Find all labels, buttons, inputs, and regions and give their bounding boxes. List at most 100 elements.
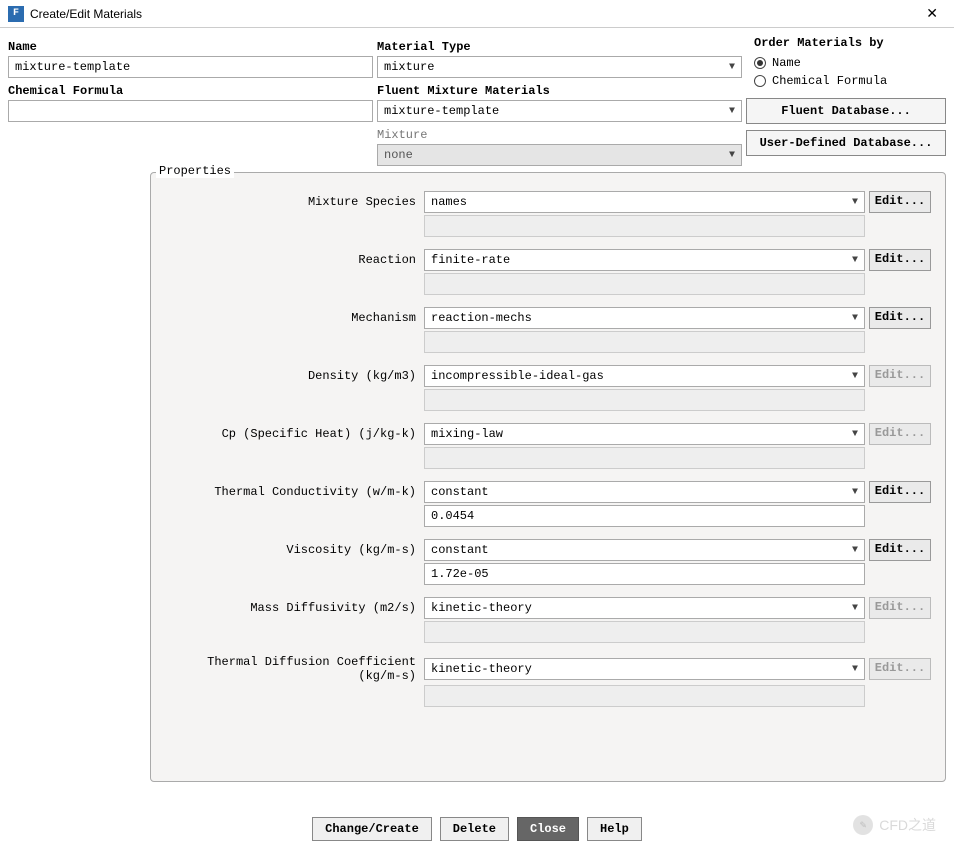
chevron-down-icon: ▼ <box>852 197 858 208</box>
property-value: names <box>431 195 467 209</box>
order-chem-label: Chemical Formula <box>772 74 887 88</box>
edit-button: Edit... <box>869 423 931 445</box>
edit-button[interactable]: Edit... <box>869 539 931 561</box>
edit-button: Edit... <box>869 365 931 387</box>
property-row: Density (kg/m3) incompressible-ideal-gas… <box>165 365 931 387</box>
property-select[interactable]: kinetic-theory ▼ <box>424 597 865 619</box>
chevron-down-icon: ▼ <box>852 371 858 382</box>
edit-button[interactable]: Edit... <box>869 307 931 329</box>
property-select[interactable]: mixing-law ▼ <box>424 423 865 445</box>
properties-frame: Mixture Species names ▼ Edit... Reaction… <box>150 172 946 782</box>
radio-icon <box>754 57 766 69</box>
chevron-down-icon: ▼ <box>852 603 858 614</box>
chem-formula-label: Chemical Formula <box>8 84 373 98</box>
chem-formula-input[interactable] <box>8 100 373 122</box>
radio-icon <box>754 75 766 87</box>
chevron-down-icon: ▼ <box>729 62 735 73</box>
property-select[interactable]: constant ▼ <box>424 481 865 503</box>
change-create-button[interactable]: Change/Create <box>312 817 432 841</box>
property-sub-row <box>165 389 931 411</box>
app-icon: F <box>8 6 24 22</box>
name-label: Name <box>8 40 373 54</box>
property-select[interactable]: incompressible-ideal-gas ▼ <box>424 365 865 387</box>
property-label: Viscosity (kg/m-s) <box>165 543 420 557</box>
close-button[interactable]: Close <box>517 817 579 841</box>
material-type-value: mixture <box>384 60 434 74</box>
property-value: incompressible-ideal-gas <box>431 369 604 383</box>
property-row: Cp (Specific Heat) (j/kg-k) mixing-law ▼… <box>165 423 931 445</box>
property-sub-input[interactable] <box>424 447 865 469</box>
close-icon[interactable]: ✕ <box>918 3 946 24</box>
order-name-radio[interactable]: Name <box>754 54 946 72</box>
property-sub-row <box>165 273 931 295</box>
watermark-icon: ✎ <box>853 815 873 835</box>
order-chem-radio[interactable]: Chemical Formula <box>754 72 946 90</box>
order-name-label: Name <box>772 56 801 70</box>
fluent-database-button[interactable]: Fluent Database... <box>746 98 946 124</box>
property-label: Cp (Specific Heat) (j/kg-k) <box>165 427 420 441</box>
property-value: constant <box>431 485 489 499</box>
property-select[interactable]: finite-rate ▼ <box>424 249 865 271</box>
property-sub-input[interactable] <box>424 621 865 643</box>
property-select[interactable]: reaction-mechs ▼ <box>424 307 865 329</box>
property-value: kinetic-theory <box>431 601 532 615</box>
property-label: Density (kg/m3) <box>165 369 420 383</box>
order-by-label: Order Materials by <box>754 36 946 50</box>
property-label: Reaction <box>165 253 420 267</box>
property-sub-row <box>165 505 931 527</box>
chevron-down-icon: ▼ <box>729 106 735 117</box>
property-sub-input[interactable] <box>424 685 865 707</box>
user-database-button[interactable]: User-Defined Database... <box>746 130 946 156</box>
mixture-label: Mixture <box>377 128 742 142</box>
fluent-mixture-select[interactable]: mixture-template ▼ <box>377 100 742 122</box>
property-row: Mass Diffusivity (m2/s) kinetic-theory ▼… <box>165 597 931 619</box>
name-input[interactable] <box>8 56 373 78</box>
property-row: Mixture Species names ▼ Edit... <box>165 191 931 213</box>
property-select[interactable]: kinetic-theory ▼ <box>424 658 865 680</box>
help-button[interactable]: Help <box>587 817 642 841</box>
property-label: Thermal Diffusion Coefficient (kg/m-s) <box>165 655 420 683</box>
property-sub-row <box>165 621 931 643</box>
property-sub-input[interactable] <box>424 215 865 237</box>
property-sub-input[interactable] <box>424 505 865 527</box>
properties-label: Properties <box>156 164 234 178</box>
mixture-value: none <box>384 148 413 162</box>
property-label: Mechanism <box>165 311 420 325</box>
property-row: Mechanism reaction-mechs ▼ Edit... <box>165 307 931 329</box>
bottom-bar: Change/Create Delete Close Help <box>0 817 954 841</box>
property-value: mixing-law <box>431 427 503 441</box>
delete-button[interactable]: Delete <box>440 817 509 841</box>
property-sub-input[interactable] <box>424 389 865 411</box>
property-select[interactable]: names ▼ <box>424 191 865 213</box>
chevron-down-icon: ▼ <box>852 313 858 324</box>
property-value: finite-rate <box>431 253 510 267</box>
chevron-down-icon: ▼ <box>729 150 735 161</box>
chevron-down-icon: ▼ <box>852 487 858 498</box>
edit-button[interactable]: Edit... <box>869 481 931 503</box>
chevron-down-icon: ▼ <box>852 664 858 675</box>
property-select[interactable]: constant ▼ <box>424 539 865 561</box>
property-label: Mixture Species <box>165 195 420 209</box>
watermark-text: CFD之道 <box>879 815 936 835</box>
property-sub-row <box>165 447 931 469</box>
property-sub-input[interactable] <box>424 273 865 295</box>
edit-button: Edit... <box>869 597 931 619</box>
property-value: constant <box>431 543 489 557</box>
material-type-label: Material Type <box>377 40 742 54</box>
watermark: ✎ CFD之道 <box>853 815 936 835</box>
window-title: Create/Edit Materials <box>30 7 918 21</box>
property-sub-row <box>165 215 931 237</box>
mixture-select: none ▼ <box>377 144 742 166</box>
property-sub-input[interactable] <box>424 331 865 353</box>
property-sub-input[interactable] <box>424 563 865 585</box>
material-type-select[interactable]: mixture ▼ <box>377 56 742 78</box>
property-label: Mass Diffusivity (m2/s) <box>165 601 420 615</box>
fluent-mixture-value: mixture-template <box>384 104 499 118</box>
edit-button[interactable]: Edit... <box>869 191 931 213</box>
property-value: kinetic-theory <box>431 662 532 676</box>
property-sub-row <box>165 331 931 353</box>
fluent-mixture-label: Fluent Mixture Materials <box>377 84 742 98</box>
property-row: Reaction finite-rate ▼ Edit... <box>165 249 931 271</box>
chevron-down-icon: ▼ <box>852 429 858 440</box>
edit-button[interactable]: Edit... <box>869 249 931 271</box>
